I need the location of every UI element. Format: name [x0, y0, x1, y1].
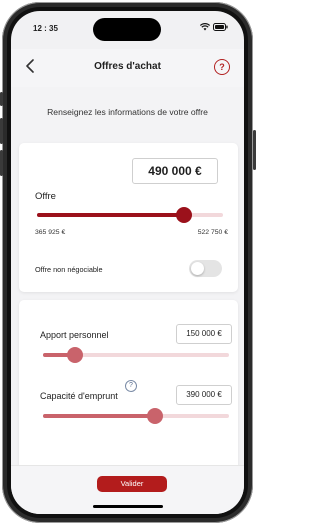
silent-switch [0, 92, 3, 106]
contribution-amount-field[interactable]: 150 000 € [176, 324, 232, 344]
battery-icon [213, 23, 228, 31]
non-negotiable-label: Offre non négociable [35, 265, 103, 274]
main-content: Renseignez les informations de votre off… [11, 87, 244, 490]
power-button [253, 130, 256, 170]
validate-button[interactable]: Valider [97, 476, 167, 492]
borrowing-slider-fill [43, 414, 155, 418]
offer-slider-fill [37, 213, 184, 217]
intro-text: Renseignez les informations de votre off… [47, 107, 208, 117]
status-icons [200, 23, 228, 31]
home-indicator [93, 505, 163, 508]
offer-label: Offre [35, 191, 56, 202]
page-title: Offres d'achat [94, 61, 161, 72]
contribution-slider[interactable] [43, 347, 229, 363]
wifi-icon [200, 23, 210, 31]
borrowing-label: Capacité d'emprunt [40, 391, 118, 401]
app-screen: 12 : 35 Offres d'achat ? Renseignez les … [11, 11, 244, 514]
status-bar: 12 : 35 [11, 21, 244, 37]
navigation-bar: Offres d'achat ? [11, 49, 244, 87]
status-time: 12 : 35 [33, 24, 58, 33]
bottom-bar: Valider [11, 465, 244, 514]
offer-max-label: 522 750 € [197, 229, 228, 236]
borrowing-slider-thumb[interactable] [146, 408, 163, 424]
offer-slider[interactable] [37, 207, 223, 223]
offer-min-label: 365 925 € [35, 229, 66, 236]
volume-down-button [0, 150, 3, 176]
borrowing-slider[interactable] [43, 408, 229, 424]
info-icon[interactable]: ? [125, 380, 137, 392]
contribution-slider-thumb[interactable] [66, 347, 83, 363]
offer-card: 490 000 € Offre 365 925 € 522 750 € Offr… [19, 143, 238, 292]
non-negotiable-toggle[interactable] [189, 260, 222, 277]
offer-amount-field[interactable]: 490 000 € [132, 158, 218, 184]
financing-card: Apport personnel 150 000 € Capacité d'em… [19, 300, 238, 490]
offer-slider-thumb[interactable] [175, 207, 192, 223]
volume-up-button [0, 118, 3, 144]
contribution-label: Apport personnel [40, 330, 109, 340]
phone-frame: 12 : 35 Offres d'achat ? Renseignez les … [2, 2, 253, 523]
help-icon[interactable]: ? [214, 59, 230, 75]
toggle-knob [191, 262, 204, 275]
borrowing-amount-field[interactable]: 390 000 € [176, 385, 232, 405]
